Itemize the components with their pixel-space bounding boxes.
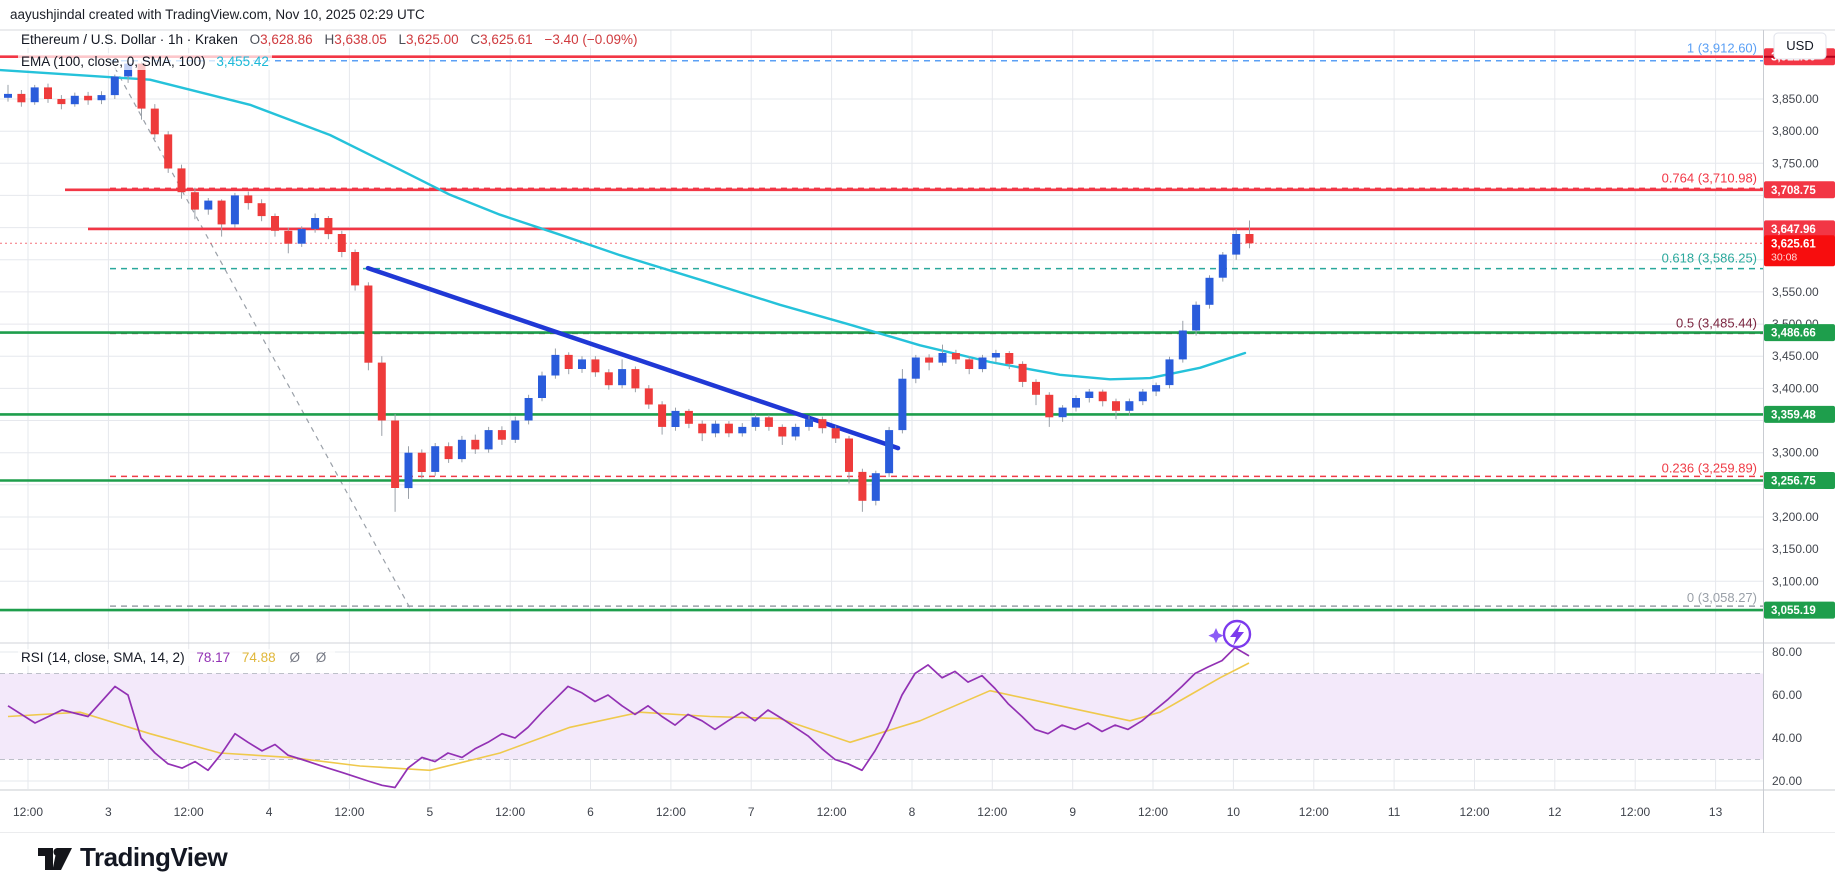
tradingview-chart-window: aayushjindal created with TradingView.co… <box>0 0 1835 883</box>
time-scale[interactable] <box>0 790 1763 833</box>
chart-plot-area[interactable] <box>0 30 1763 790</box>
tradingview-logo-icon[interactable] <box>36 843 74 873</box>
tradingview-brand-text[interactable]: TradingView <box>80 842 228 873</box>
price-scale[interactable] <box>1764 30 1835 833</box>
footer-bar: TradingView <box>0 833 1835 883</box>
